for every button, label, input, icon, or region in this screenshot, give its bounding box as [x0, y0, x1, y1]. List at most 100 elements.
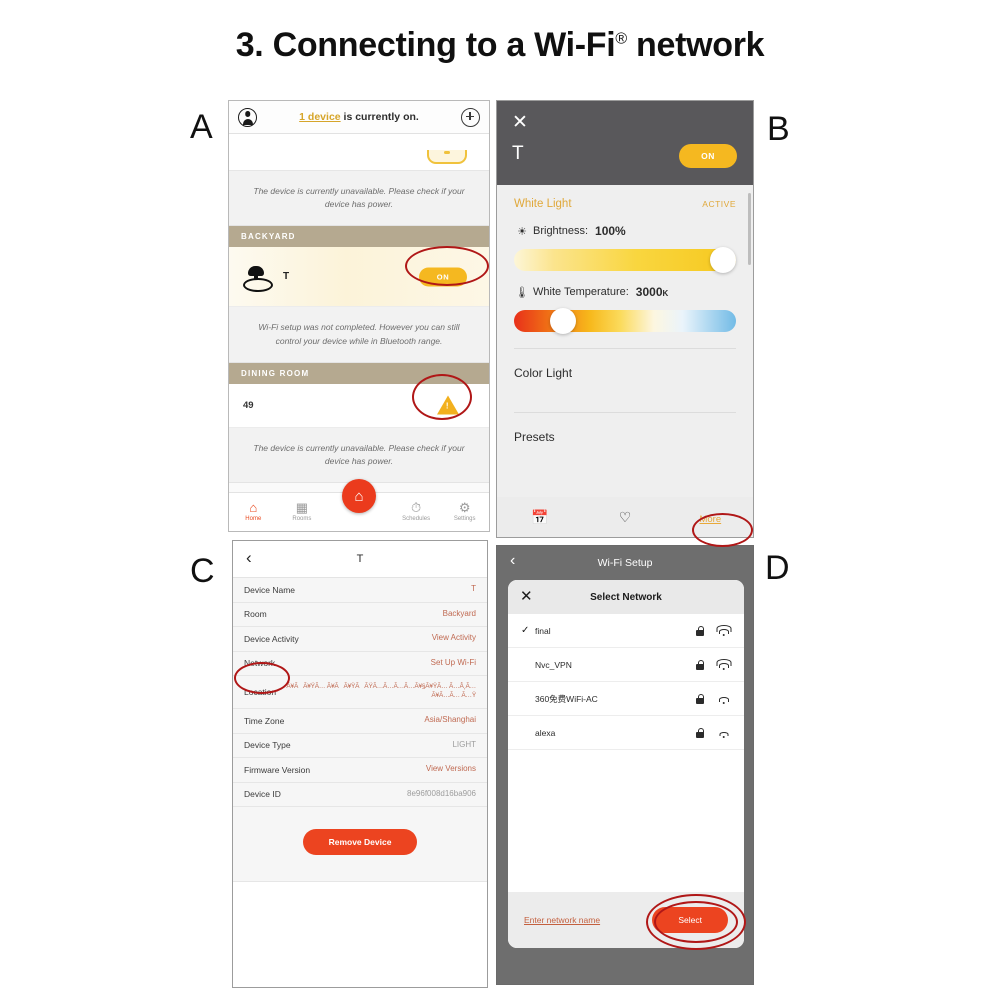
white-temperature-slider-handle[interactable]	[549, 308, 576, 334]
row-presets[interactable]: Presets	[514, 413, 736, 460]
white-temperature-row: 🌡 White Temperature: 3000K	[514, 285, 736, 299]
wifi-signal-icon	[716, 659, 731, 671]
lock-icon	[696, 693, 705, 704]
settings-list: Device Name T Room Backyard Device Activ…	[233, 578, 487, 807]
device-power-toggle[interactable]: ON	[679, 144, 737, 168]
mode-label: White Light	[514, 198, 572, 210]
clock-icon: ⏱	[411, 500, 422, 516]
settings-row-network[interactable]: Network Set Up Wi-Fi	[233, 651, 487, 676]
device-row-backyard[interactable]: T ON	[229, 247, 489, 308]
status-summary-text: 1 device is currently on.	[257, 111, 461, 123]
settings-row-key: Device Name	[244, 584, 296, 595]
page-title-tail: network	[626, 26, 765, 64]
settings-row-firmware-version[interactable]: Firmware Version View Versions	[233, 758, 487, 783]
white-temperature-label: White Temperature:	[533, 286, 629, 298]
panel-label-c: C	[190, 552, 215, 590]
lock-icon	[696, 625, 705, 636]
close-icon[interactable]: ✕	[520, 589, 533, 604]
network-row[interactable]: Nvc_VPN	[508, 648, 744, 682]
device-name-label: T	[283, 271, 290, 283]
sheet-header: ✕ Select Network	[508, 580, 744, 614]
device-title: T	[512, 143, 524, 164]
tab-home-label: Home	[245, 516, 262, 523]
panel-label-a: A	[190, 108, 213, 146]
wifi-signal-icon	[716, 693, 731, 705]
remove-device-area: Remove Device	[233, 807, 487, 882]
close-icon[interactable]: ✕	[512, 113, 528, 132]
scrollbar[interactable]	[748, 193, 751, 265]
account-avatar-icon[interactable]	[238, 107, 257, 127]
device-name-label-2: 49	[243, 399, 254, 411]
warning-triangle-icon[interactable]	[437, 395, 459, 415]
pendant-lamp-icon	[243, 265, 273, 292]
toggle-switch-partial[interactable]	[427, 150, 467, 164]
registered-trademark-icon: ®	[615, 30, 627, 48]
heart-icon[interactable]: ♡	[582, 509, 667, 526]
select-network-sheet: ✕ Select Network ✓ final Nvc_VPN 360免费Wi…	[508, 580, 744, 948]
settings-row-time-zone[interactable]: Time Zone Asia/Shanghai	[233, 709, 487, 734]
network-row[interactable]: alexa	[508, 716, 744, 750]
settings-row-device-id: Device ID 8e96f008d16ba906	[233, 782, 487, 807]
home-fab-icon[interactable]: ⌂	[342, 479, 376, 513]
settings-row-key: Device Activity	[244, 633, 299, 644]
settings-row-value[interactable]: Set Up Wi-Fi	[431, 658, 476, 669]
settings-row-device-activity[interactable]: Device Activity View Activity	[233, 627, 487, 652]
network-list: ✓ final Nvc_VPN 360免费WiFi-AC alexa	[508, 614, 744, 750]
brightness-slider-handle[interactable]	[710, 247, 736, 273]
panel-b-device-control-screen: ✕ T ON White Light ACTIVE ☀ Brightness: …	[496, 100, 754, 538]
settings-row-value: Asia/Shanghai	[424, 715, 476, 725]
settings-row-value[interactable]: View Activity	[432, 633, 476, 644]
rooms-grid-icon: ▦	[295, 500, 309, 516]
tab-settings-label: Settings	[453, 516, 476, 523]
remove-device-button[interactable]: Remove Device	[302, 829, 418, 855]
white-temperature-slider[interactable]	[514, 308, 736, 334]
settings-row-value[interactable]: View Versions	[426, 764, 476, 775]
network-row[interactable]: 360免费WiFi-AC	[508, 682, 744, 716]
network-list-empty-space	[508, 750, 744, 892]
device-count-link[interactable]: 1 device	[299, 111, 340, 123]
wifi-signal-icon	[716, 727, 731, 739]
back-chevron-icon[interactable]: ‹	[510, 553, 515, 569]
enter-network-name-link[interactable]: Enter network name	[524, 915, 600, 925]
schedule-calendar-icon[interactable]: 📅	[497, 509, 582, 526]
settings-row-device-name[interactable]: Device Name T	[233, 578, 487, 603]
device-power-toggle[interactable]: ON	[419, 267, 467, 287]
settings-row-value: Backyard	[442, 608, 476, 618]
device-control-body: White Light ACTIVE ☀ Brightness: 100% 🌡 …	[497, 185, 753, 537]
network-row[interactable]: ✓ final	[508, 614, 744, 648]
more-link[interactable]: More	[699, 514, 721, 525]
settings-row-key: Time Zone	[244, 715, 285, 726]
settings-row-location[interactable]: Location Ã¥ÃÃ¥ŸÃ… Ã¥ÃÃ¥ŸÃÃŸÃ…Ã…Ã…Ã…Ã¥…	[233, 676, 487, 709]
page-title: 3. Connecting to a Wi-Fi® network	[0, 26, 1000, 65]
wifi-signal-icon	[716, 625, 731, 637]
settings-nav-bar: ‹ T	[233, 541, 487, 578]
settings-row-key: Location	[244, 687, 277, 697]
settings-row-key: Device ID	[244, 789, 281, 800]
section-header-backyard: BACKYARD	[229, 226, 489, 248]
select-button[interactable]: Select	[652, 907, 728, 933]
wifi-setup-note: Wi-Fi setup was not completed. However y…	[229, 307, 489, 363]
device-control-header: ✕ T ON	[497, 101, 753, 185]
settings-row-key: Device Type	[244, 740, 291, 751]
settings-row-key: Room	[244, 609, 267, 620]
gear-icon: ⚙	[458, 500, 471, 516]
panel-label-b: B	[767, 110, 790, 148]
lock-icon	[696, 659, 705, 670]
tab-rooms[interactable]: ▦ Rooms	[278, 500, 327, 523]
tab-schedules[interactable]: ⏱ Schedules	[392, 500, 441, 523]
network-name: final	[535, 625, 551, 636]
white-temperature-value: 3000K	[635, 285, 669, 299]
row-color-light[interactable]: Color Light	[514, 349, 736, 396]
panel-d-wifi-setup-screen: ‹ Wi-Fi Setup ✕ Select Network ✓ final N…	[496, 545, 754, 985]
empty-area	[233, 882, 487, 987]
home-icon: ⌂	[249, 500, 258, 516]
tab-home[interactable]: ⌂ Home	[229, 500, 278, 523]
settings-row-value: 8e96f008d16ba906	[407, 788, 476, 798]
tab-settings[interactable]: ⚙ Settings	[440, 500, 489, 523]
plus-circle-icon[interactable]	[461, 107, 480, 127]
device-row-dining[interactable]: 49	[229, 383, 489, 428]
brightness-slider[interactable]	[514, 247, 736, 273]
checkmark-icon: ✓	[521, 625, 530, 636]
back-chevron-icon[interactable]: ‹	[246, 549, 252, 566]
settings-row-room[interactable]: Room Backyard	[233, 602, 487, 627]
